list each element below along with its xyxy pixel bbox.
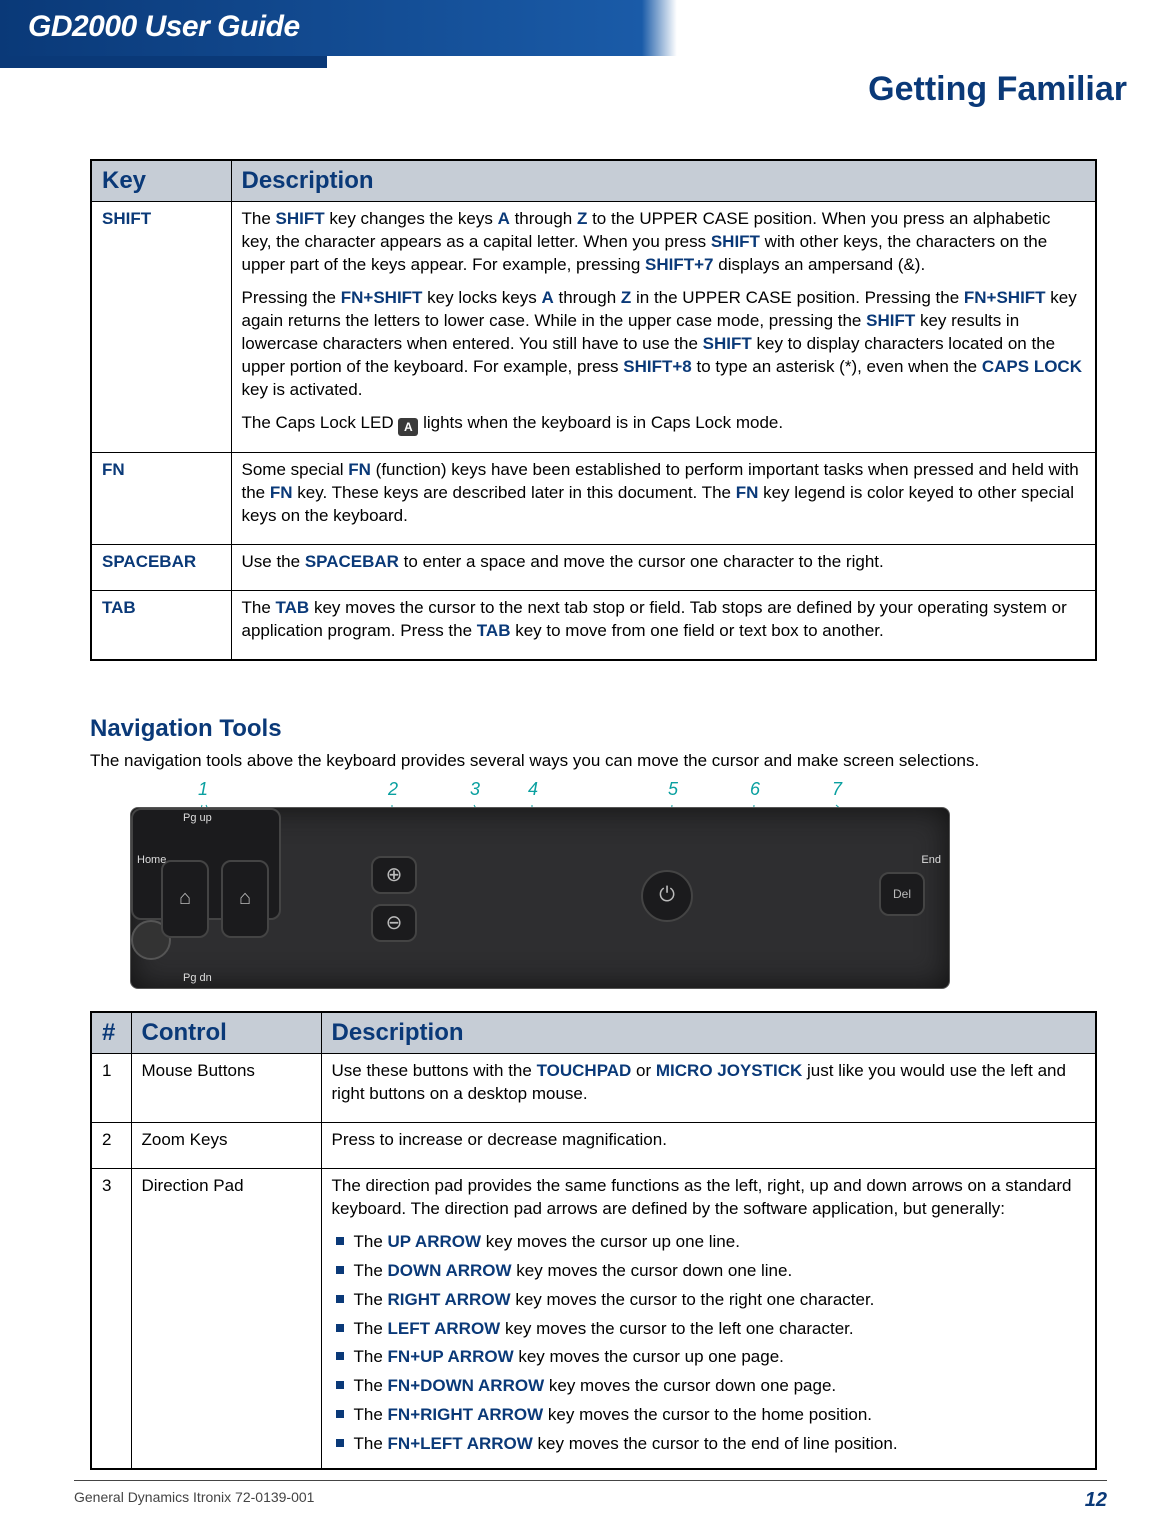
- nav-heading: Navigation Tools: [90, 715, 1097, 743]
- nav-desc-cell: The direction pad provides the same func…: [321, 1168, 1096, 1469]
- list-item: The LEFT ARROW key moves the cursor to t…: [336, 1318, 1086, 1341]
- device-strip: ⌂ ⌂ ⊕ ⊖ Pg up Pg dn Home End ⏻ Del: [130, 807, 950, 989]
- callout-1: 1: [198, 779, 208, 800]
- key-cell: SHIFT: [91, 202, 231, 453]
- dpad-pgup: Pg up: [183, 812, 212, 824]
- key-description-table: Key Description SHIFTThe SHIFT key chang…: [90, 159, 1097, 661]
- doc-title: GD2000 User Guide: [0, 0, 1167, 44]
- list-item: The FN+UP ARROW key moves the cursor up …: [336, 1346, 1086, 1369]
- key-cell: TAB: [91, 590, 231, 659]
- nav-num-cell: 1: [91, 1054, 131, 1123]
- nav-table: # Control Description 1Mouse ButtonsUse …: [90, 1011, 1097, 1471]
- desc-cell: The TAB key moves the cursor to the next…: [231, 590, 1096, 659]
- callout-2: 2: [388, 779, 398, 800]
- power-button-icon: ⏻: [641, 870, 693, 922]
- desc-header: Description: [231, 160, 1096, 202]
- table-row: FNSome special FN (function) keys have b…: [91, 452, 1096, 544]
- table-row: TABThe TAB key moves the cursor to the n…: [91, 590, 1096, 659]
- callout-6: 6: [750, 779, 760, 800]
- desc-cell: Some special FN (function) keys have bee…: [231, 452, 1096, 544]
- nav-num-cell: 2: [91, 1122, 131, 1168]
- nav-desc-cell: Use these buttons with the TOUCHPAD or M…: [321, 1054, 1096, 1123]
- callout-4: 4: [528, 779, 538, 800]
- caps-lock-icon: A: [398, 418, 418, 436]
- nav-control-cell: Mouse Buttons: [131, 1054, 321, 1123]
- footer-text: General Dynamics Itronix 72-0139-001: [74, 1489, 314, 1512]
- dpad-home: Home: [137, 854, 166, 866]
- page-number: 12: [1085, 1489, 1107, 1512]
- list-item: The FN+LEFT ARROW key moves the cursor t…: [336, 1433, 1086, 1456]
- dpad-pgdn: Pg dn: [183, 972, 212, 984]
- nav-desc-header: Description: [321, 1012, 1096, 1054]
- callout-7: 7: [832, 779, 842, 800]
- footer: General Dynamics Itronix 72-0139-001 12: [74, 1480, 1107, 1512]
- bullet-list: The UP ARROW key moves the cursor up one…: [336, 1231, 1086, 1457]
- table-row: 1Mouse ButtonsUse these buttons with the…: [91, 1054, 1096, 1123]
- table-row: 3Direction PadThe direction pad provides…: [91, 1168, 1096, 1469]
- zoom-in-icon: ⊕: [371, 856, 417, 894]
- nav-control-cell: Zoom Keys: [131, 1122, 321, 1168]
- nav-diagram: 1 2 3 4 5 6 7 ⌂: [130, 779, 950, 989]
- dpad-end: End: [921, 854, 941, 866]
- list-item: The FN+RIGHT ARROW key moves the cursor …: [336, 1404, 1086, 1427]
- nav-control-cell: Direction Pad: [131, 1168, 321, 1469]
- key-header: Key: [91, 160, 231, 202]
- desc-cell: The SHIFT key changes the keys A through…: [231, 202, 1096, 453]
- mouse-button-right-icon: ⌂: [221, 860, 269, 938]
- table-row: SPACEBARUse the SPACEBAR to enter a spac…: [91, 544, 1096, 590]
- list-item: The FN+DOWN ARROW key moves the cursor d…: [336, 1375, 1086, 1398]
- header-bar: GD2000 User Guide: [0, 0, 1167, 56]
- del-button-icon: Del: [879, 872, 925, 916]
- nav-num-cell: 3: [91, 1168, 131, 1469]
- list-item: The RIGHT ARROW key moves the cursor to …: [336, 1289, 1086, 1312]
- table-row: 2Zoom KeysPress to increase or decrease …: [91, 1122, 1096, 1168]
- list-item: The UP ARROW key moves the cursor up one…: [336, 1231, 1086, 1254]
- nav-control-header: Control: [131, 1012, 321, 1054]
- nav-num-header: #: [91, 1012, 131, 1054]
- list-item: The DOWN ARROW key moves the cursor down…: [336, 1260, 1086, 1283]
- nav-desc-cell: Press to increase or decrease magnificat…: [321, 1122, 1096, 1168]
- zoom-out-icon: ⊖: [371, 904, 417, 942]
- nav-intro: The navigation tools above the keyboard …: [90, 751, 1097, 771]
- key-cell: SPACEBAR: [91, 544, 231, 590]
- callout-3: 3: [470, 779, 480, 800]
- key-cell: FN: [91, 452, 231, 544]
- table-row: SHIFTThe SHIFT key changes the keys A th…: [91, 202, 1096, 453]
- desc-cell: Use the SPACEBAR to enter a space and mo…: [231, 544, 1096, 590]
- mouse-button-left-icon: ⌂: [161, 860, 209, 938]
- callout-5: 5: [668, 779, 678, 800]
